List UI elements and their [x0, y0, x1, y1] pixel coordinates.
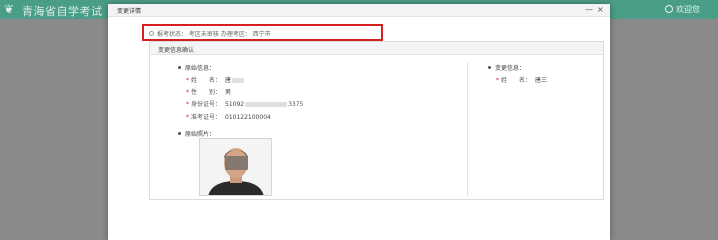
exam-status-bar: 报考状态： 考区未审核 办理考区： 西宁市 [142, 24, 383, 41]
bullet-icon [178, 132, 181, 135]
change-detail-dialog: 变更详情 — × 报考状态： 考区未审核 办理考区： 西宁市 变更信息确认 原始… [108, 4, 610, 240]
change-info-heading: 变更信息： [488, 63, 525, 72]
exam-status-value: 报考状态： 考区未审核 办理考区： 西宁市 [157, 31, 271, 38]
status-dot-icon [149, 31, 154, 36]
dialog-title: 变更详情 [117, 8, 142, 15]
bullet-icon [178, 66, 181, 69]
original-id-suffix: 3375 [288, 101, 304, 108]
app-title: 青海省自学考试 [22, 5, 103, 18]
field-label: 准考证号： [191, 114, 222, 121]
original-info-label: 原始信息： [185, 65, 216, 72]
change-info-label: 变更信息： [495, 65, 526, 72]
person-photo-image [200, 139, 271, 195]
original-id-prefix: 51092 [225, 101, 245, 108]
panel-header: 变更信息确认 [150, 42, 603, 55]
original-exam-no-value: 010122100004 [225, 114, 271, 121]
original-info-heading: 原始信息： [178, 63, 215, 72]
original-id-field: * 身份证号： 51092 3375 [186, 101, 304, 108]
original-photo-label: 原始照片： [185, 131, 216, 138]
original-gender-field: * 性 别：男 [186, 89, 232, 96]
redacted-mask [232, 78, 245, 83]
field-label: 性 别： [191, 89, 222, 96]
original-name-value: 唐 [225, 77, 232, 84]
panel-title: 变更信息确认 [158, 47, 195, 54]
user-menu[interactable]: 欢迎您 [665, 4, 700, 15]
change-name-field: * 姓 名： 唐三 [496, 77, 548, 84]
original-photo [199, 138, 272, 196]
original-name-field: * 姓 名：唐 [186, 75, 245, 84]
original-gender-value: 男 [225, 89, 232, 96]
change-confirm-panel: 变更信息确认 原始信息： * 姓 名：唐 * 性 别：男 * 身份证号： 51092 33… [149, 41, 604, 200]
exam-status-text: 报考状态： 考区未审核 办理考区： 西宁市 [149, 29, 271, 38]
user-icon [665, 5, 673, 13]
redacted-mask [245, 102, 288, 107]
original-photo-heading: 原始照片： [178, 129, 215, 138]
dialog-titlebar: 变更详情 — × [108, 4, 610, 17]
field-label: 姓 名： [501, 77, 532, 84]
bullet-icon [488, 66, 491, 69]
field-label: 姓 名： [191, 77, 222, 84]
logo-icon: ❦ [4, 2, 15, 16]
change-name-value: 唐三 [535, 77, 548, 84]
user-menu-label: 欢迎您 [676, 5, 700, 14]
minimize-icon[interactable]: — [585, 4, 593, 16]
column-divider [467, 62, 468, 196]
close-icon[interactable]: × [597, 4, 604, 16]
field-label: 身份证号： [191, 101, 222, 108]
original-exam-no-field: * 准考证号： 010122100004 [186, 114, 271, 121]
